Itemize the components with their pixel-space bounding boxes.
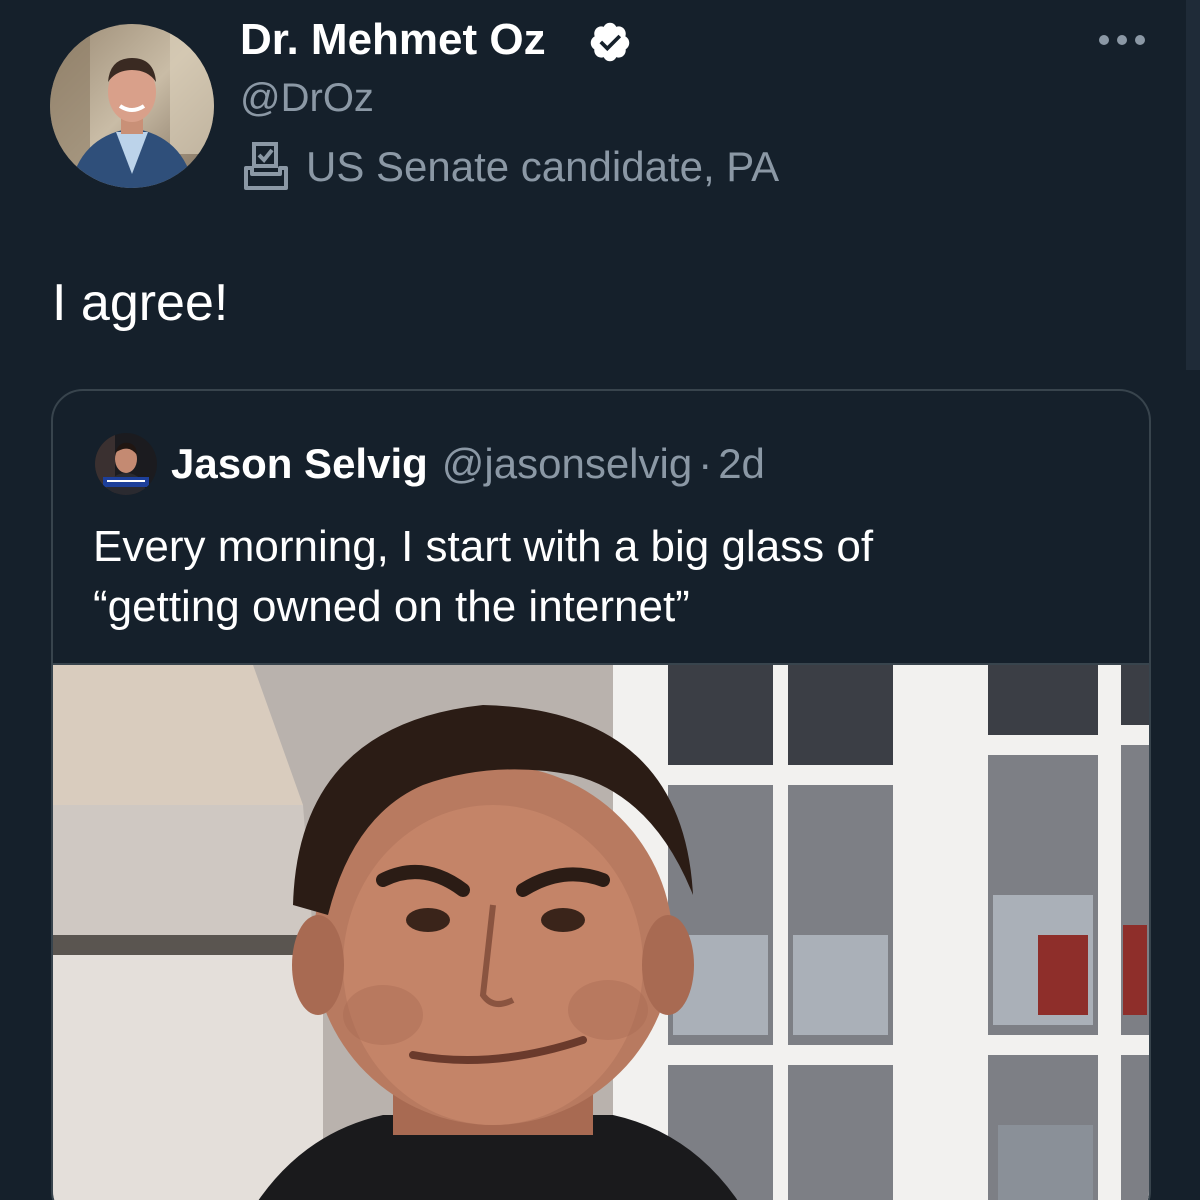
header-separator: ·	[698, 440, 713, 487]
author-handle[interactable]: @DrOz	[240, 74, 374, 122]
quoted-author-handle[interactable]: @jasonselvig	[442, 440, 692, 487]
quoted-text-line-2: “getting owned on the internet”	[93, 582, 690, 631]
quoted-tweet-media[interactable]	[53, 663, 1149, 1200]
quoted-tweet-time[interactable]: 2d	[718, 440, 765, 487]
tweet-text: I agree!	[52, 274, 229, 332]
author-label[interactable]: US Senate candidate, PA	[306, 142, 779, 192]
more-options-icon[interactable]	[1092, 20, 1152, 60]
quoted-tweet-text: Every morning, I start with a big glass …	[93, 517, 1093, 637]
quoted-author-avatar[interactable]	[95, 433, 157, 495]
ballot-box-icon	[240, 140, 292, 192]
quoted-text-line-1: Every morning, I start with a big glass …	[93, 522, 874, 571]
author-display-name[interactable]: Dr. Mehmet Oz	[240, 14, 546, 66]
quoted-tweet-header: Jason Selvig @jasonselvig · 2d	[171, 439, 765, 489]
scrollbar[interactable]	[1186, 0, 1200, 370]
author-avatar[interactable]	[50, 24, 214, 188]
tweet-container: Dr. Mehmet Oz @DrOz US Senate candidate,…	[0, 0, 1200, 1200]
quoted-tweet-card[interactable]: Jason Selvig @jasonselvig · 2d Every mornin…	[51, 389, 1151, 1200]
verified-badge-icon	[588, 20, 632, 64]
quoted-author-name[interactable]: Jason Selvig	[171, 440, 428, 487]
